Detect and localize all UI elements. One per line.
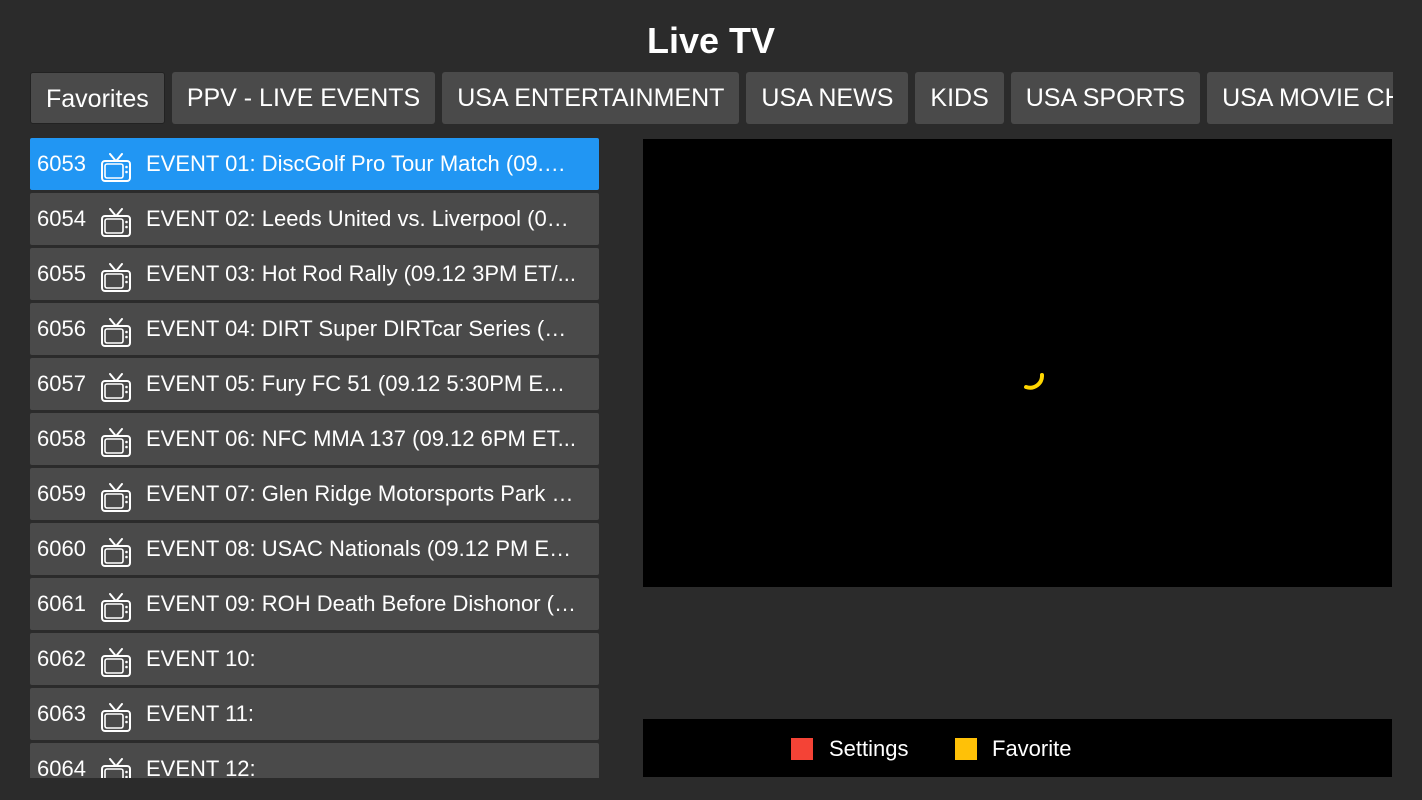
tv-icon [100, 590, 132, 622]
channel-number: 6056 [37, 316, 86, 341]
channel-name: EVENT 04: DIRT Super DIRTcar Series (09.… [146, 316, 576, 341]
tv-icon [100, 480, 132, 512]
tv-icon [100, 535, 132, 567]
channel-item[interactable]: 6054 EVENT 02: Leeds United vs. Liverpoo… [30, 193, 599, 245]
tv-icon [100, 260, 132, 292]
channel-number: 6055 [37, 261, 86, 286]
tv-icon [100, 700, 132, 732]
channel-item[interactable]: 6064 EVENT 12: [30, 743, 599, 778]
tv-icon [100, 205, 132, 237]
channel-name: EVENT 02: Leeds United vs. Liverpool (09… [146, 206, 576, 231]
channel-item[interactable]: 6053 EVENT 01: DiscGolf Pro Tour Match (… [30, 138, 599, 190]
tv-icon [100, 645, 132, 677]
channel-name: EVENT 10: [146, 646, 256, 671]
category-tabs: Favorites PPV - LIVE EVENTS USA ENTERTAI… [30, 72, 1393, 124]
red-square-icon [791, 738, 813, 760]
tv-icon [100, 755, 132, 778]
channel-name: EVENT 03: Hot Rod Rally (09.12 3PM ET/..… [146, 261, 576, 286]
channel-list[interactable]: 6053 EVENT 01: DiscGolf Pro Tour Match (… [30, 138, 599, 778]
channel-item[interactable]: 6057 EVENT 05: Fury FC 51 (09.12 5:30PM … [30, 358, 599, 410]
channel-name: EVENT 09: ROH Death Before Dishonor (09.… [146, 591, 576, 616]
video-player[interactable] [643, 139, 1392, 587]
channel-item[interactable]: 6061 EVENT 09: ROH Death Before Dishonor… [30, 578, 599, 630]
yellow-square-icon [955, 738, 977, 760]
channel-number: 6062 [37, 646, 86, 671]
channel-name: EVENT 05: Fury FC 51 (09.12 5:30PM ET/..… [146, 371, 576, 396]
tab-usa-movie-channels[interactable]: USA MOVIE CHANNELS [1207, 72, 1393, 124]
channel-number: 6060 [37, 536, 86, 561]
page-title: Live TV [646, 20, 776, 61]
legend-settings-label: Settings [829, 736, 909, 761]
tab-favorites[interactable]: Favorites [30, 72, 165, 124]
channel-name: EVENT 11: [146, 701, 255, 726]
channel-name: EVENT 08: USAC Nationals (09.12 PM ET... [146, 536, 576, 561]
channel-name: EVENT 07: Glen Ridge Motorsports Park (.… [146, 481, 576, 506]
tab-usa-news[interactable]: USA NEWS [746, 72, 909, 124]
tab-kids[interactable]: KIDS [915, 72, 1004, 124]
channel-item[interactable]: 6060 EVENT 08: USAC Nationals (09.12 PM … [30, 523, 599, 575]
legend-favorite-label: Favorite [992, 736, 1072, 761]
channel-item[interactable]: 6056 EVENT 04: DIRT Super DIRTcar Series… [30, 303, 599, 355]
tab-usa-entertainment[interactable]: USA ENTERTAINMENT [442, 72, 740, 124]
color-key-legend: Settings Favorite [643, 719, 1392, 777]
channel-number: 6064 [37, 756, 86, 778]
tv-icon [100, 425, 132, 457]
channel-number: 6054 [37, 206, 86, 231]
channel-item[interactable]: 6059 EVENT 07: Glen Ridge Motorsports Pa… [30, 468, 599, 520]
tab-ppv-live-events[interactable]: PPV - LIVE EVENTS [171, 72, 436, 124]
channel-name: EVENT 06: NFC MMA 137 (09.12 6PM ET... [146, 426, 576, 451]
tv-icon [100, 370, 132, 402]
channel-number: 6058 [37, 426, 86, 451]
channel-item[interactable]: 6058 EVENT 06: NFC MMA 137 (09.12 6PM ET… [30, 413, 599, 465]
loading-spinner-icon [1023, 369, 1047, 393]
tv-icon [100, 150, 132, 182]
tab-usa-sports[interactable]: USA SPORTS [1010, 72, 1201, 124]
channel-item[interactable]: 6062 EVENT 10: [30, 633, 599, 685]
channel-number: 6057 [37, 371, 86, 396]
channel-number: 6053 [37, 151, 86, 176]
channel-item[interactable]: 6063 EVENT 11: [30, 688, 599, 740]
channel-number: 6061 [37, 591, 86, 616]
channel-name: EVENT 01: DiscGolf Pro Tour Match (09.12… [146, 151, 576, 176]
channel-number: 6063 [37, 701, 86, 726]
channel-item[interactable]: 6055 EVENT 03: Hot Rod Rally (09.12 3PM … [30, 248, 599, 300]
tv-icon [100, 315, 132, 347]
channel-number: 6059 [37, 481, 86, 506]
channel-name: EVENT 12: [146, 756, 256, 778]
